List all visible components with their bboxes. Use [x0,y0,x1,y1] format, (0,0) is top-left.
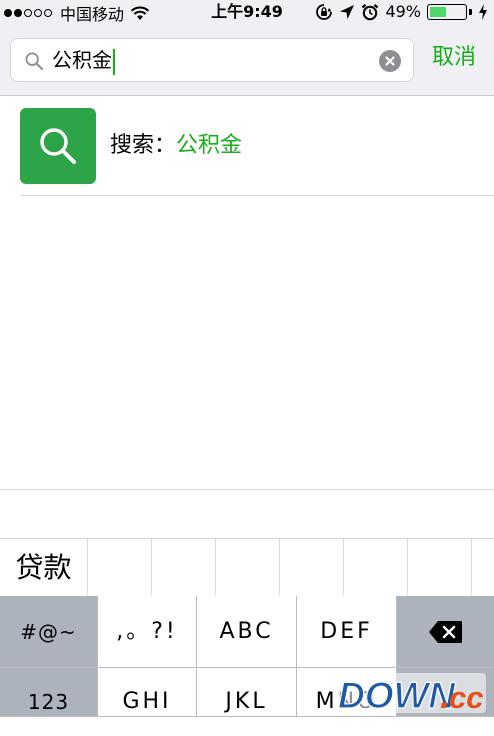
candidate-word[interactable] [88,539,152,596]
search-suggestion-prefix: 搜索： [110,133,177,158]
watermark-text-cc: cc [449,680,483,715]
key-punctuation[interactable]: ,。?! [98,596,197,668]
key-jkl[interactable]: JKL [197,668,297,717]
battery-icon [427,3,467,20]
text-cursor [113,48,115,75]
alarm-icon [362,3,379,20]
keyboard-top-divider [0,489,494,490]
candidate-word[interactable] [472,539,494,596]
key-numbers[interactable]: 123 [0,668,98,717]
clear-search-button[interactable] [379,50,401,72]
key-abc[interactable]: ABC [197,596,297,668]
status-right: 49% [315,2,488,21]
search-input[interactable]: 公积金 [10,38,414,82]
charging-bolt-icon [479,3,487,20]
search-suggestion-keyword: 公积金 [176,133,243,158]
search-suggestion-row[interactable]: 搜索：公积金 [20,108,494,196]
close-icon [385,56,395,66]
status-bar: 中国移动 上午9:49 49% [0,0,494,24]
candidate-word[interactable]: 贷款 [0,539,88,596]
candidate-word[interactable] [152,539,216,596]
delete-key[interactable] [397,596,494,668]
search-query-text: 公积金 [52,39,115,81]
search-suggestion-label: 搜索：公积金 [110,132,242,160]
candidate-word[interactable] [344,539,408,596]
cancel-button[interactable]: 取消 [432,44,476,72]
search-header: 公积金 取消 [0,24,494,96]
ime-candidate-bar: 贷款 [0,538,494,596]
candidate-word[interactable] [280,539,344,596]
search-icon [40,128,76,164]
search-icon [25,52,43,70]
delete-icon [428,621,462,643]
battery-level [430,6,446,17]
battery-percent: 49% [385,2,421,21]
watermark-text-main: DOWN [338,675,456,715]
candidate-word[interactable] [216,539,280,596]
candidate-word[interactable] [408,539,472,596]
key-ghi[interactable]: GHI [98,668,197,717]
key-symbols[interactable]: #@~ [0,596,98,668]
search-query: 公积金 [52,48,112,72]
battery-tip [469,8,472,15]
key-def[interactable]: DEF [297,596,397,668]
rotation-lock-icon [316,3,333,20]
location-arrow-icon [340,4,355,19]
search-result-icon [20,108,96,184]
down-cc-watermark-logo: DOWN . cc [336,673,486,715]
